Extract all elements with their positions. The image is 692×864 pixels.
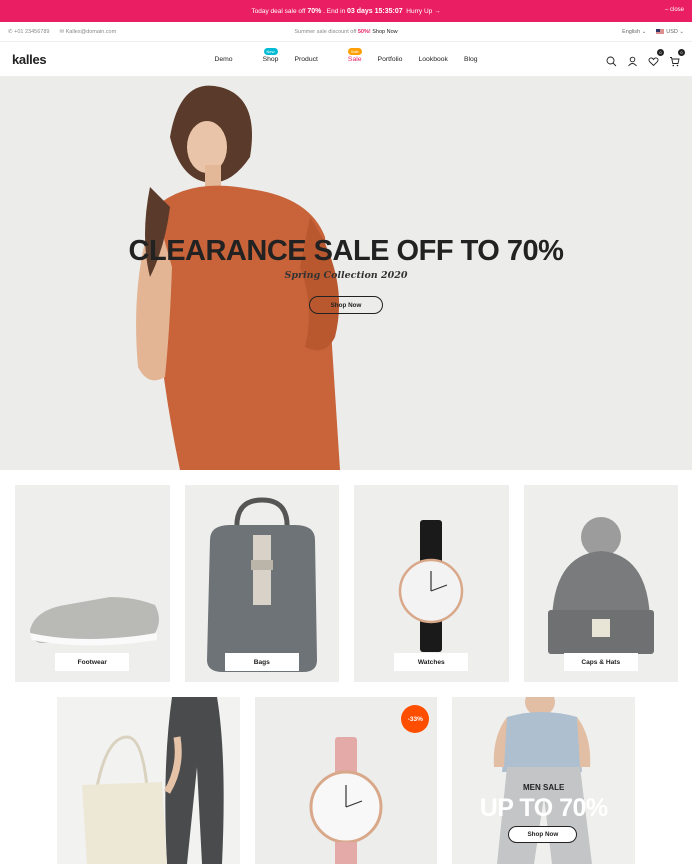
category-label[interactable]: Caps & Hats — [563, 653, 638, 671]
hero-subtitle: Spring Collection 2020 — [284, 270, 408, 281]
new-badge: New — [263, 48, 278, 55]
account-icon[interactable] — [627, 54, 638, 66]
menu-item-product[interactable]: Product — [294, 56, 317, 63]
men-sale-title: UP TO 70% — [479, 794, 608, 822]
menu-item-blog[interactable]: Blog — [464, 56, 478, 63]
wishlist-icon[interactable]: 0 — [648, 48, 664, 66]
sale-badge: Sale — [347, 48, 362, 55]
language-select[interactable]: English ⌄ — [622, 29, 646, 35]
menu-item-demo[interactable]: Demo — [214, 56, 232, 63]
promo-card-men-sale[interactable]: MEN SALE UP TO 70% Shop Now — [452, 697, 636, 864]
close-announcement-button[interactable]: – close — [665, 7, 684, 13]
category-card-bags[interactable]: Bags — [184, 485, 339, 682]
us-flag-icon — [656, 28, 665, 34]
hero-title: CLEARANCE SALE OFF TO 70% — [128, 235, 564, 267]
category-card-caps-hats[interactable]: Caps & Hats — [523, 485, 678, 682]
mail-icon: ✉ — [59, 28, 65, 35]
phone-contact: ✆ +01 23456789 — [8, 28, 50, 35]
promo-row: -33% MEN SALE UP TO 70% Shop Now — [0, 697, 692, 864]
email-contact[interactable]: ✉ Kalles@domain.com — [59, 29, 116, 35]
announcement-bar: Today deal sale off 70% . End in 03 days… — [0, 0, 692, 22]
promo-card-watch[interactable]: -33% — [254, 697, 438, 864]
main-menu: Demo NewShop Product SaleSale Portfolio … — [0, 48, 692, 63]
men-sale-label: MEN SALE — [523, 783, 565, 792]
menu-item-portfolio[interactable]: Portfolio — [378, 56, 403, 63]
search-icon[interactable] — [606, 54, 617, 66]
currency-select[interactable]: USD ⌄ — [656, 29, 684, 35]
menu-item-lookbook[interactable]: Lookbook — [418, 56, 447, 63]
category-card-footwear[interactable]: Footwear — [15, 485, 170, 682]
category-label[interactable]: Bags — [224, 653, 299, 671]
promo-card-tote[interactable] — [57, 697, 240, 864]
category-grid: Footwear Bags Watches Caps & Hats — [0, 470, 692, 697]
utility-bar: ✆ +01 23456789 ✉ Kalles@domain.com Summe… — [0, 22, 692, 42]
category-label[interactable]: Footwear — [55, 653, 130, 671]
logo[interactable]: kalles — [12, 52, 47, 67]
category-card-watches[interactable]: Watches — [354, 485, 509, 682]
menu-item-shop[interactable]: NewShop — [249, 48, 278, 63]
main-header: kalles Demo NewShop Product SaleSale Por… — [0, 42, 692, 77]
tote-model-image — [82, 697, 224, 864]
wishlist-count: 0 — [657, 48, 664, 56]
hero-banner: CLEARANCE SALE OFF TO 70% Spring Collect… — [0, 77, 692, 470]
phone-icon: ✆ — [8, 28, 13, 35]
hurry-up-link[interactable]: Hurry Up → — [406, 8, 440, 15]
promo-shop-link[interactable]: Shop Now — [372, 29, 397, 35]
category-label[interactable]: Watches — [394, 653, 469, 671]
hero-shop-now-button[interactable]: Shop Now — [309, 296, 383, 314]
cart-count: 0 — [678, 48, 685, 56]
cart-icon[interactable]: 0 — [669, 48, 685, 66]
announcement-text: Today deal sale off 70% . End in 03 days… — [251, 7, 441, 15]
menu-item-sale[interactable]: SaleSale — [334, 48, 362, 63]
men-shop-now-button[interactable]: Shop Now — [508, 826, 578, 843]
